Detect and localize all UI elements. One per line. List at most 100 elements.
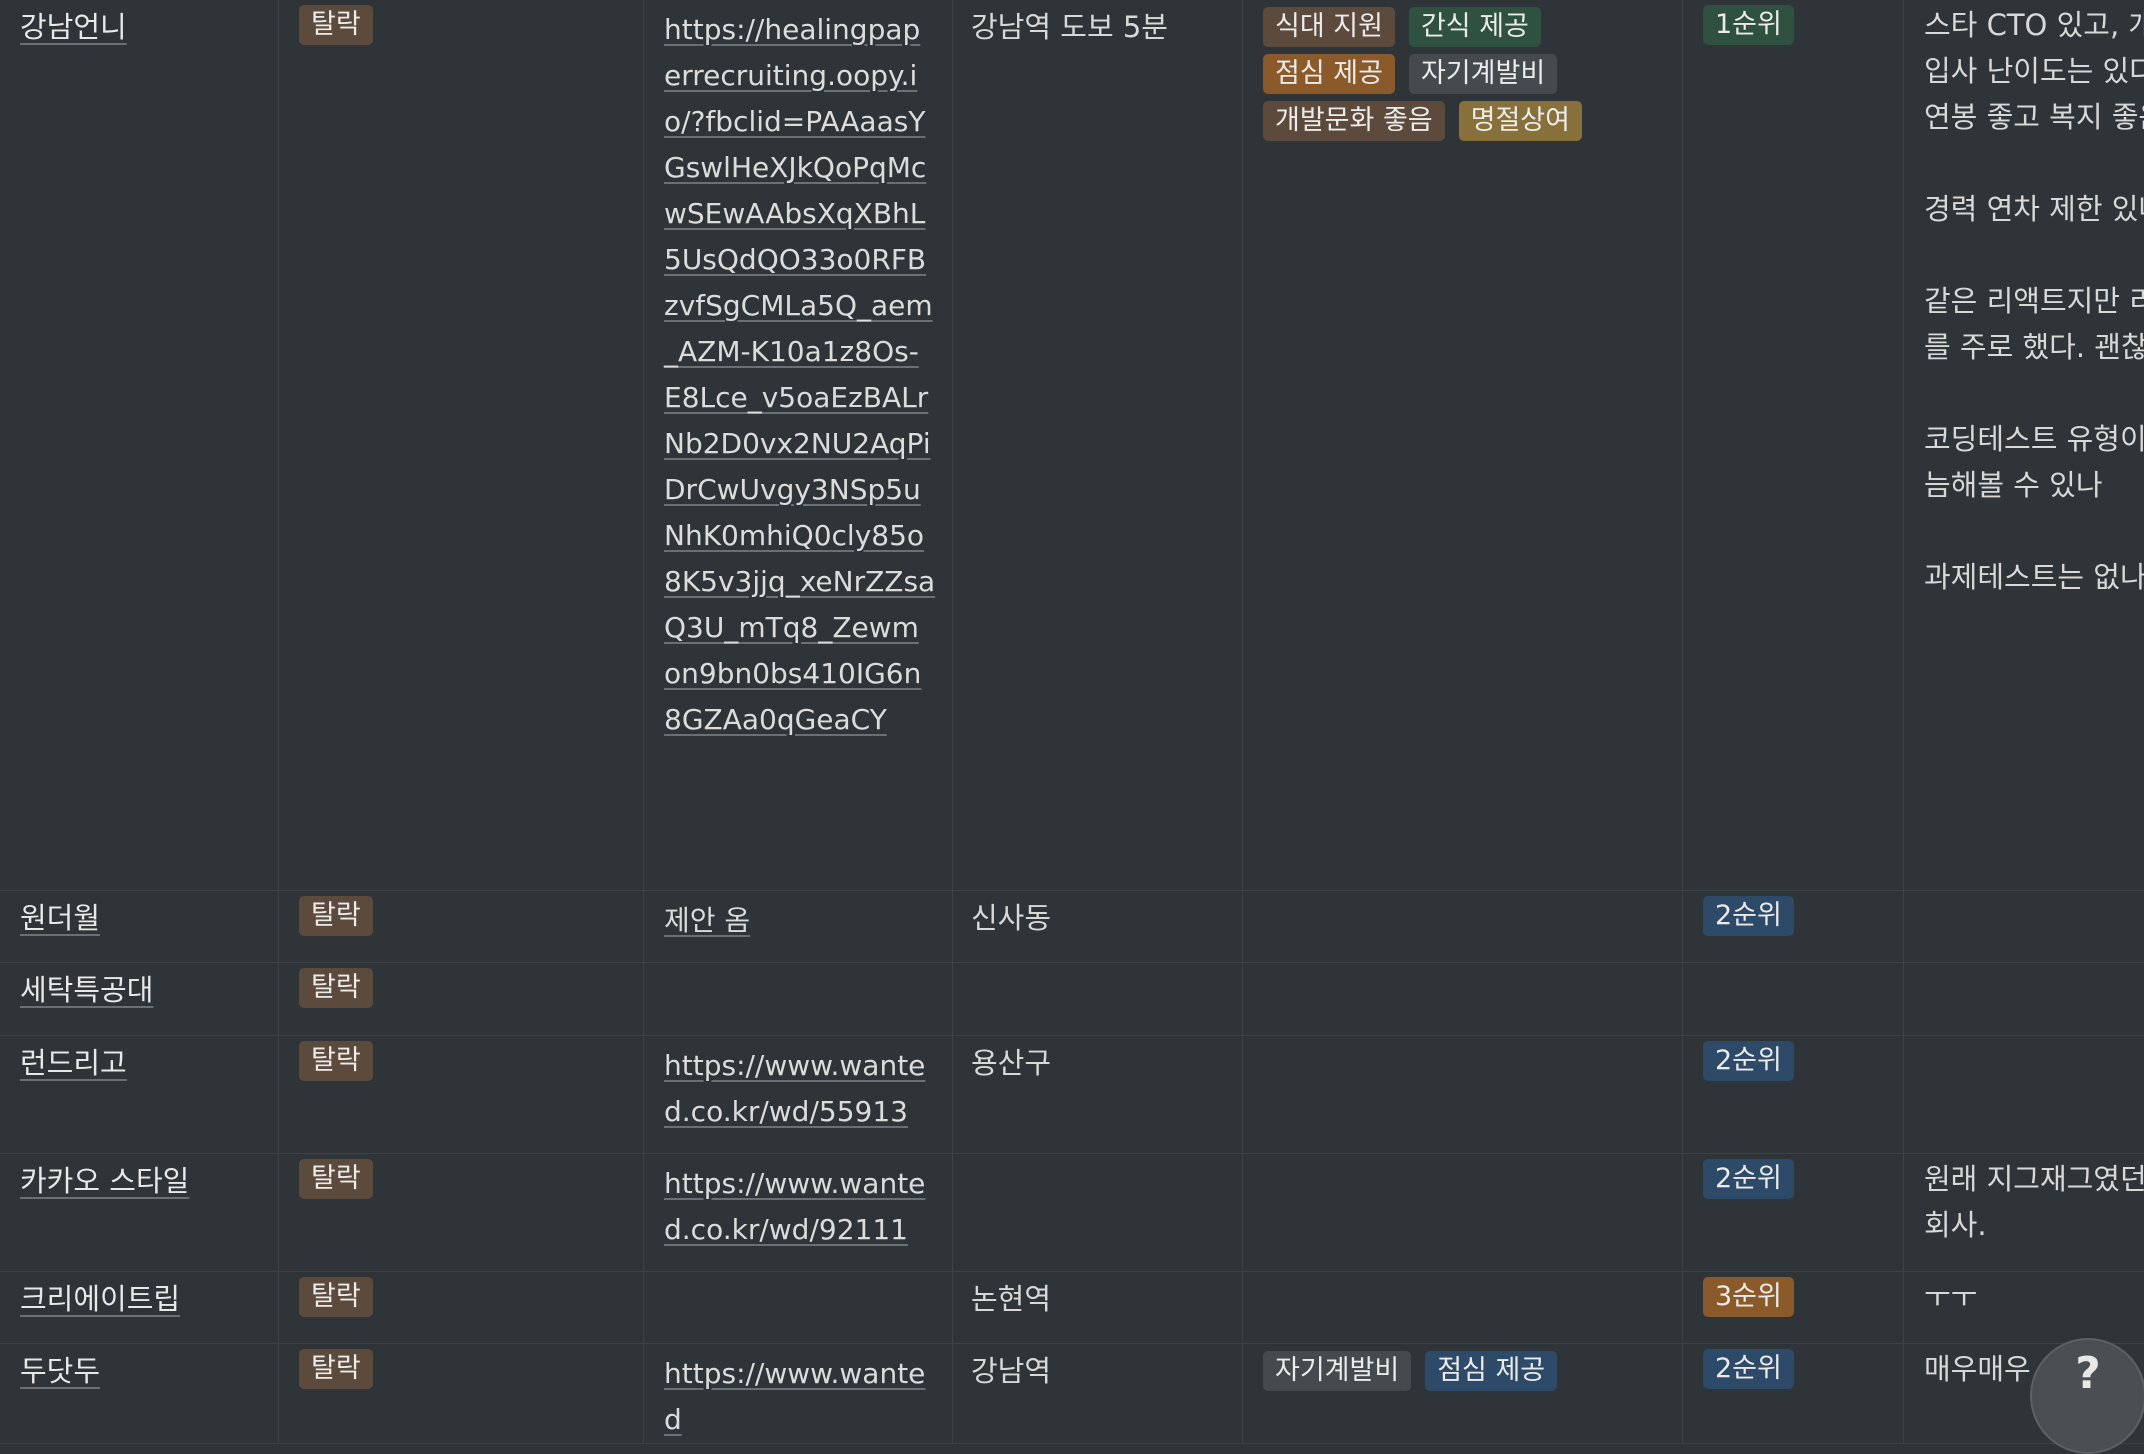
location-cell[interactable]: 용산구	[953, 1036, 1243, 1153]
benefits-cell[interactable]	[1243, 1036, 1683, 1153]
memo-cell[interactable]	[1904, 963, 2144, 1035]
company-cell[interactable]: 런드리고	[0, 1036, 279, 1153]
location-cell[interactable]: 논현역	[953, 1272, 1243, 1343]
link-cell[interactable]: https://www.wanted.co.kr/wd/92111	[644, 1154, 953, 1271]
job-link[interactable]: https://www.wanted.co.kr/wd/92111	[664, 1167, 925, 1246]
priority-cell[interactable]: 3순위	[1683, 1272, 1904, 1343]
memo-text: ㅜㅜ	[1924, 1280, 1978, 1314]
location-cell[interactable]: 강남역 도보 5분	[953, 0, 1243, 890]
company-name[interactable]: 크리에이트립	[20, 1282, 180, 1316]
status-cell[interactable]: 탈락	[279, 1154, 644, 1271]
company-cell[interactable]: 세탁특공대	[0, 963, 279, 1035]
company-name[interactable]: 원더월	[20, 901, 100, 935]
memo-cell[interactable]: ㅜㅜ	[1904, 1272, 2144, 1343]
table-row[interactable]: 강남언니 탈락 https://healingpaperrecruiting.oop…	[0, 0, 2144, 891]
job-link[interactable]: https://www.wanted.co.kr/wd/55913	[664, 1049, 925, 1128]
link-cell[interactable]	[644, 963, 953, 1035]
link-cell[interactable]: 제안 옴	[644, 891, 953, 962]
benefit-tag: 식대 지원	[1263, 7, 1395, 47]
company-cell[interactable]: 카카오 스타일	[0, 1154, 279, 1271]
status-badge: 탈락	[299, 1349, 373, 1389]
status-cell[interactable]: 탈락	[279, 891, 644, 962]
location-cell[interactable]: 강남역	[953, 1344, 1243, 1443]
priority-badge: 2순위	[1703, 1159, 1794, 1199]
benefit-tags	[1263, 896, 1682, 898]
job-link[interactable]: https://www.wanted	[664, 1357, 925, 1436]
company-name[interactable]: 런드리고	[20, 1046, 127, 1080]
benefits-cell[interactable]: 자기계발비 점심 제공	[1243, 1344, 1683, 1443]
status-cell[interactable]: 탈락	[279, 1344, 644, 1443]
priority-badge: 2순위	[1703, 1041, 1794, 1081]
link-cell[interactable]: https://www.wanted	[644, 1344, 953, 1443]
priority-cell[interactable]: 2순위	[1683, 1036, 1904, 1153]
link-cell[interactable]	[644, 1272, 953, 1343]
database-table: 강남언니 탈락 https://healingpaperrecruiting.oop…	[0, 0, 2144, 1444]
status-badge: 탈락	[299, 896, 373, 936]
benefits-cell[interactable]	[1243, 1154, 1683, 1271]
benefits-cell[interactable]: 식대 지원 간식 제공 점심 제공 자기계발비 개발문화 좋음 명절상여	[1243, 0, 1683, 890]
memo-cell[interactable]: 스타 CTO 있고, 개 입사 난이도는 있다 연봉 좋고 복지 좋음 경력 연…	[1904, 0, 2144, 890]
priority-cell[interactable]: 2순위	[1683, 891, 1904, 962]
location-cell[interactable]	[953, 963, 1243, 1035]
location-cell[interactable]: 신사동	[953, 891, 1243, 962]
status-cell[interactable]: 탈락	[279, 0, 644, 890]
benefit-tags: 식대 지원 간식 제공 점심 제공 자기계발비 개발문화 좋음 명절상여	[1263, 5, 1682, 141]
table-row[interactable]: 세탁특공대 탈락	[0, 963, 2144, 1036]
benefit-tag: 간식 제공	[1408, 7, 1541, 47]
location-text: 강남역 도보 5분	[971, 10, 1168, 44]
benefit-tag: 자기계발비	[1408, 54, 1558, 94]
company-cell[interactable]: 강남언니	[0, 0, 279, 890]
priority-cell[interactable]	[1683, 963, 1904, 1035]
location-text: 용산구	[971, 1046, 1052, 1080]
status-badge: 탈락	[299, 968, 373, 1008]
benefit-tags	[1263, 1041, 1682, 1043]
company-name[interactable]: 세탁특공대	[20, 973, 153, 1007]
company-cell[interactable]: 크리에이트립	[0, 1272, 279, 1343]
priority-cell[interactable]: 1순위	[1683, 0, 1904, 890]
priority-badge: 3순위	[1703, 1277, 1794, 1317]
benefit-tags	[1263, 968, 1682, 970]
table-row[interactable]: 두닷두 탈락 https://www.wanted 강남역 자기계발비 점심 제공 2순위 매…	[0, 1344, 2144, 1444]
location-text: 논현역	[971, 1282, 1052, 1316]
priority-cell[interactable]: 2순위	[1683, 1344, 1904, 1443]
company-name[interactable]: 강남언니	[20, 10, 127, 44]
table-row[interactable]: 크리에이트립 탈락 논현역 3순위 ㅜㅜ	[0, 1272, 2144, 1344]
link-cell[interactable]: https://healingpaperrecruiting.oopy.io/?…	[644, 0, 953, 890]
memo-cell[interactable]	[1904, 891, 2144, 962]
benefit-tag: 개발문화 좋음	[1263, 101, 1445, 141]
memo-cell[interactable]: 원래 지그재그였던 회사.	[1904, 1154, 2144, 1271]
priority-cell[interactable]: 2순위	[1683, 1154, 1904, 1271]
company-name[interactable]: 카카오 스타일	[20, 1164, 189, 1198]
job-link[interactable]: https://healingpaperrecruiting.oopy.io/?…	[664, 13, 935, 736]
company-cell[interactable]: 두닷두	[0, 1344, 279, 1443]
location-text: 강남역	[971, 1354, 1052, 1388]
table-row[interactable]: 원더월 탈락 제안 옴 신사동 2순위	[0, 891, 2144, 963]
link-cell[interactable]: https://www.wanted.co.kr/wd/55913	[644, 1036, 953, 1153]
status-badge: 탈락	[299, 5, 373, 45]
status-badge: 탈락	[299, 1159, 373, 1199]
benefits-cell[interactable]	[1243, 891, 1683, 962]
table-row[interactable]: 카카오 스타일 탈락 https://www.wanted.co.kr/wd/921…	[0, 1154, 2144, 1272]
memo-text: 스타 CTO 있고, 개 입사 난이도는 있다 연봉 좋고 복지 좋음 경력 연…	[1924, 8, 2144, 594]
status-cell[interactable]: 탈락	[279, 1036, 644, 1153]
status-badge: 탈락	[299, 1277, 373, 1317]
benefit-tag: 점심 제공	[1425, 1351, 1558, 1391]
benefit-tag: 점심 제공	[1263, 54, 1395, 94]
status-badge: 탈락	[299, 1041, 373, 1081]
company-name[interactable]: 두닷두	[20, 1354, 100, 1388]
priority-badge: 2순위	[1703, 896, 1794, 936]
priority-badge: 2순위	[1703, 1349, 1794, 1389]
status-cell[interactable]: 탈락	[279, 1272, 644, 1343]
table-row[interactable]: 런드리고 탈락 https://www.wanted.co.kr/wd/55913 용…	[0, 1036, 2144, 1154]
benefits-cell[interactable]	[1243, 963, 1683, 1035]
help-button[interactable]: ?	[2030, 1338, 2144, 1454]
location-cell[interactable]	[953, 1154, 1243, 1271]
priority-badge: 1순위	[1703, 5, 1794, 45]
memo-cell[interactable]	[1904, 1036, 2144, 1153]
location-text: 신사동	[971, 901, 1052, 935]
benefit-tags	[1263, 1277, 1682, 1279]
memo-text: 원래 지그재그였던 회사.	[1924, 1162, 2144, 1242]
benefits-cell[interactable]	[1243, 1272, 1683, 1343]
company-cell[interactable]: 원더월	[0, 891, 279, 962]
status-cell[interactable]: 탈락	[279, 963, 644, 1035]
